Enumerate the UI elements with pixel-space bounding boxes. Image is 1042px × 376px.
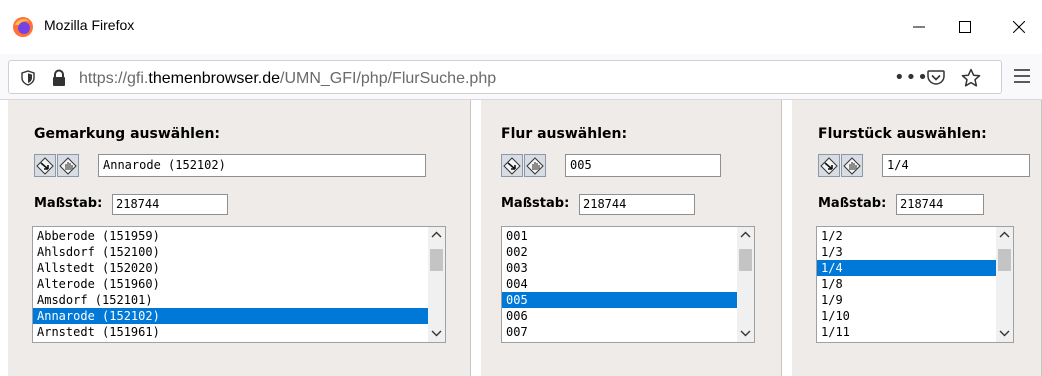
scroll-down-icon[interactable] xyxy=(431,330,442,337)
flurstueck-input[interactable]: 1/4 xyxy=(882,154,1030,177)
flurstueck-listbox[interactable]: 1/2 1/3 1/4 1/8 1/9 1/10 1/11 xyxy=(816,226,1014,343)
flur-scale-input[interactable]: 218744 xyxy=(579,194,695,215)
star-icon[interactable] xyxy=(961,68,981,88)
scroll-thumb[interactable] xyxy=(739,249,752,271)
pan-hand-icon xyxy=(59,156,77,175)
minimize-icon xyxy=(913,26,925,28)
hamburger-menu-icon[interactable] xyxy=(1014,69,1030,83)
url-domain: themenbrowser.de xyxy=(148,70,281,87)
gemarkung-scale-label: Maßstab: xyxy=(34,196,103,211)
list-item[interactable]: 004 xyxy=(502,276,737,292)
scroll-thumb[interactable] xyxy=(430,249,443,271)
lock-icon[interactable] xyxy=(51,69,67,87)
list-item[interactable]: 002 xyxy=(502,244,737,260)
list-item[interactable]: 1/2 xyxy=(817,228,996,244)
flurstueck-scale-input[interactable]: 218744 xyxy=(896,194,984,215)
page-content: Gemarkung auswählen: Annarode (152102) M… xyxy=(0,100,1042,376)
pocket-icon[interactable] xyxy=(927,69,945,86)
close-button[interactable] xyxy=(996,10,1042,44)
list-item[interactable]: 003 xyxy=(502,260,737,276)
navigation-toolbar: https://gfi.themenbrowser.de/UMN_GFI/php… xyxy=(0,54,1042,100)
flur-input[interactable]: 005 xyxy=(565,154,721,177)
pan-hand-button[interactable] xyxy=(841,154,863,177)
list-item[interactable]: 1/11 xyxy=(817,324,996,340)
list-item[interactable]: Annarode (152102) xyxy=(33,308,428,324)
zoom-to-selection-icon xyxy=(820,156,838,175)
url-text[interactable]: https://gfi.themenbrowser.de/UMN_GFI/php… xyxy=(79,70,496,88)
maximize-icon xyxy=(959,21,971,33)
window-title: Mozilla Firefox xyxy=(44,17,135,33)
pan-hand-icon xyxy=(843,156,861,175)
pan-hand-button[interactable] xyxy=(57,154,79,177)
flurstueck-scrollbar[interactable] xyxy=(996,227,1013,342)
gemarkung-panel: Gemarkung auswählen: Annarode (152102) M… xyxy=(8,100,471,376)
zoom-to-selection-icon xyxy=(36,156,54,175)
zoom-to-selection-button[interactable] xyxy=(501,154,523,177)
pan-hand-button[interactable] xyxy=(524,154,546,177)
list-item[interactable]: 1/10 xyxy=(817,308,996,324)
maximize-button[interactable] xyxy=(942,10,988,44)
list-item[interactable]: 001 xyxy=(502,228,737,244)
scroll-up-icon[interactable] xyxy=(740,231,751,238)
list-item[interactable]: Ahlsdorf (152100) xyxy=(33,244,428,260)
list-item[interactable]: 1/9 xyxy=(817,292,996,308)
url-bar[interactable]: https://gfi.themenbrowser.de/UMN_GFI/php… xyxy=(8,60,1002,94)
zoom-to-selection-icon xyxy=(503,156,521,175)
flur-panel: Flur auswählen: 005 Maßstab: 218744 001 0… xyxy=(481,100,782,376)
flur-scale-label: Maßstab: xyxy=(501,196,570,211)
scroll-up-icon[interactable] xyxy=(999,231,1010,238)
list-item[interactable]: Allstedt (152020) xyxy=(33,260,428,276)
gemarkung-tools xyxy=(34,154,79,177)
gemarkung-listbox[interactable]: Abberode (151959) Ahlsdorf (152100) Allste… xyxy=(32,226,446,343)
list-item[interactable]: 1/4 xyxy=(817,260,996,276)
list-item[interactable]: Alterode (151960) xyxy=(33,276,428,292)
scroll-up-icon[interactable] xyxy=(431,231,442,238)
url-prefix: https://gfi. xyxy=(79,70,149,87)
list-item[interactable]: 006 xyxy=(502,308,737,324)
gemarkung-input[interactable]: Annarode (152102) xyxy=(98,154,426,177)
scroll-down-icon[interactable] xyxy=(740,330,751,337)
flur-list: 001 002 003 004 005 006 007 xyxy=(502,228,737,340)
zoom-to-selection-button[interactable] xyxy=(34,154,56,177)
list-item[interactable]: Abberode (151959) xyxy=(33,228,428,244)
gemarkung-scrollbar[interactable] xyxy=(428,227,445,342)
list-item[interactable]: 007 xyxy=(502,324,737,340)
url-path: /UMN_GFI/php/FlurSuche.php xyxy=(280,70,497,87)
flurstueck-scale-label: Maßstab: xyxy=(818,196,887,211)
gemarkung-heading: Gemarkung auswählen: xyxy=(34,126,221,142)
firefox-icon xyxy=(13,17,33,37)
flur-listbox[interactable]: 001 002 003 004 005 006 007 xyxy=(501,226,755,343)
list-item[interactable]: 1/8 xyxy=(817,276,996,292)
list-item[interactable]: 1/3 xyxy=(817,244,996,260)
page-actions-more-button[interactable]: ••• xyxy=(894,67,929,88)
flurstueck-heading: Flurstück auswählen: xyxy=(818,126,987,142)
shield-icon[interactable] xyxy=(21,70,35,86)
gemarkung-list: Abberode (151959) Ahlsdorf (152100) Allste… xyxy=(33,228,428,340)
list-item[interactable]: 005 xyxy=(502,292,737,308)
scroll-thumb[interactable] xyxy=(998,249,1011,271)
flur-heading: Flur auswählen: xyxy=(501,126,628,142)
scroll-down-icon[interactable] xyxy=(999,330,1010,337)
title-bar: Mozilla Firefox xyxy=(0,0,1042,54)
list-item[interactable]: Amsdorf (152101) xyxy=(33,292,428,308)
pan-hand-icon xyxy=(526,156,544,175)
minimize-button[interactable] xyxy=(896,10,942,44)
flur-scrollbar[interactable] xyxy=(737,227,754,342)
flur-tools xyxy=(501,154,546,177)
flurstueck-panel: Flurstück auswählen: 1/4 Maßstab: 218744… xyxy=(792,100,1042,376)
flurstueck-list: 1/2 1/3 1/4 1/8 1/9 1/10 1/11 xyxy=(817,228,996,340)
zoom-to-selection-button[interactable] xyxy=(818,154,840,177)
close-icon xyxy=(1013,21,1025,33)
flurstueck-tools xyxy=(818,154,863,177)
gemarkung-scale-input[interactable]: 218744 xyxy=(112,194,228,215)
list-item[interactable]: Arnstedt (151961) xyxy=(33,324,428,340)
